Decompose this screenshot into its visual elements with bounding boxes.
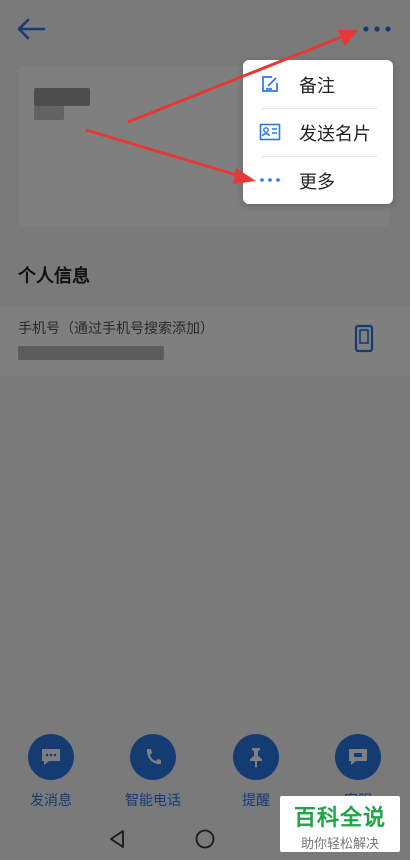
blurred-detail — [34, 106, 64, 120]
back-arrow-icon[interactable] — [14, 14, 48, 44]
menu-item-remark[interactable]: 备注 — [243, 60, 393, 108]
smart-call-action[interactable]: 智能电话 — [108, 734, 198, 810]
service-icon — [335, 734, 381, 780]
blurred-name — [34, 88, 90, 106]
edit-note-icon — [259, 74, 281, 94]
popup-menu: 备注 发送名片 更多 — [243, 60, 393, 204]
menu-item-label: 发送名片 — [299, 124, 371, 145]
mobile-phone-icon[interactable] — [352, 324, 376, 354]
more-dots-icon — [259, 170, 281, 190]
pin-icon — [233, 734, 279, 780]
menu-item-more[interactable]: 更多 — [243, 156, 393, 204]
top-bar — [0, 0, 410, 58]
phone-label: 手机号（通过手机号搜索添加） — [18, 321, 214, 337]
menu-item-send-card[interactable]: 发送名片 — [243, 108, 393, 156]
nav-home-icon[interactable] — [194, 828, 216, 850]
action-label: 发消息 — [30, 793, 72, 809]
phone-icon — [130, 734, 176, 780]
phone-row[interactable]: 手机号（通过手机号搜索添加） — [0, 306, 410, 376]
send-message-action[interactable]: 发消息 — [6, 734, 96, 810]
blurred-phone-number — [18, 346, 164, 360]
personal-info-title: 个人信息 — [18, 266, 90, 287]
action-label: 智能电话 — [125, 793, 181, 809]
nav-back-icon[interactable] — [106, 828, 128, 850]
contact-card-icon — [259, 122, 281, 142]
menu-item-label: 备注 — [299, 76, 335, 97]
more-options-icon[interactable] — [360, 16, 396, 42]
watermark-title: 百科全说 — [293, 806, 386, 831]
watermark-logo: 百科全说 助你轻松解决 — [280, 796, 400, 852]
watermark-subtitle: 助你轻松解决 — [300, 837, 379, 852]
menu-item-label: 更多 — [299, 172, 335, 193]
message-icon — [28, 734, 74, 780]
